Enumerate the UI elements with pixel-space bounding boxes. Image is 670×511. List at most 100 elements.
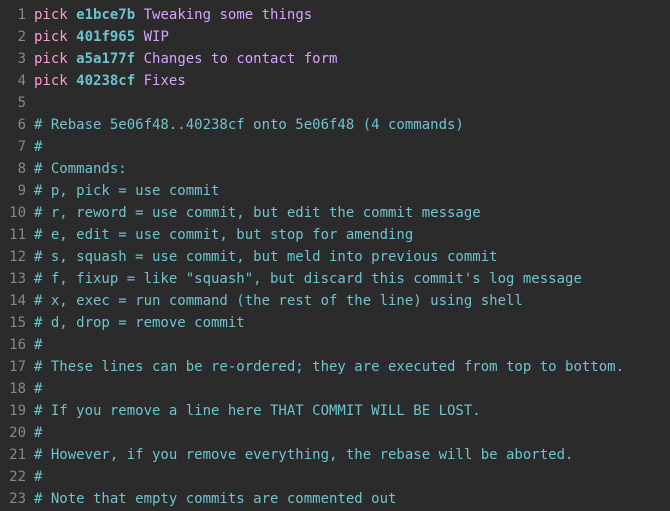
line-content[interactable]: # Commands: (28, 158, 127, 180)
token-plain (135, 73, 143, 89)
line-content[interactable]: pick e1bce7b Tweaking some things (28, 4, 312, 26)
line-content[interactable]: pick 40238cf Fixes (28, 70, 186, 92)
token-comment: # f, fixup = like "squash", but discard … (34, 271, 582, 287)
code-line[interactable]: 4pick 40238cf Fixes (0, 70, 670, 92)
line-content[interactable]: # If you remove a line here THAT COMMIT … (28, 400, 481, 422)
line-number: 9 (0, 180, 28, 202)
token-comment: # d, drop = remove commit (34, 315, 245, 331)
code-line[interactable]: 22 # (0, 466, 670, 488)
token-msg: WIP (144, 29, 169, 45)
code-line[interactable]: 11# e, edit = use commit, but stop for a… (0, 224, 670, 246)
code-line[interactable]: 10 # r, reword = use commit, but edit the… (0, 202, 670, 224)
line-content[interactable]: # s, squash = use commit, but meld into … (28, 246, 498, 268)
line-number: 7 (0, 136, 28, 158)
token-comment: # s, squash = use commit, but meld into … (34, 249, 498, 265)
line-content[interactable]: # (28, 334, 42, 356)
line-content[interactable]: pick 401f965 WIP (28, 26, 169, 48)
line-content[interactable]: # (28, 422, 42, 444)
code-line[interactable]: 2pick 401f965 WIP (0, 26, 670, 48)
line-number: 15 (0, 312, 28, 334)
token-comment: # However, if you remove everything, the… (34, 447, 573, 463)
line-number: 4 (0, 70, 28, 92)
code-line[interactable]: 1pick e1bce7b Tweaking some things (0, 4, 670, 26)
token-cmd: pick (34, 73, 68, 89)
token-comment: # (34, 381, 42, 397)
line-number: 6 (0, 114, 28, 136)
line-content[interactable]: # However, if you remove everything, the… (28, 444, 573, 466)
token-comment: # r, reword = use commit, but edit the c… (34, 205, 481, 221)
token-cmd: pick (34, 7, 68, 23)
line-content[interactable]: # (28, 466, 42, 488)
line-content[interactable]: # (28, 378, 42, 400)
line-number: 8 (0, 158, 28, 180)
token-comment: # p, pick = use commit (34, 183, 219, 199)
code-line[interactable]: 15 # d, drop = remove commit (0, 312, 670, 334)
token-cmd: pick (34, 29, 68, 45)
code-line[interactable]: 3pick a5a177f Changes to contact form (0, 48, 670, 70)
token-plain (135, 29, 143, 45)
line-content[interactable]: # x, exec = run command (the rest of the… (28, 290, 523, 312)
line-number: 5 (0, 92, 28, 114)
token-comment: # If you remove a line here THAT COMMIT … (34, 403, 481, 419)
line-number: 16 (0, 334, 28, 356)
token-hash: 40238cf (76, 73, 135, 89)
code-line[interactable]: 8 # Commands: (0, 158, 670, 180)
token-plain (68, 29, 76, 45)
line-number: 12 (0, 246, 28, 268)
line-number: 19 (0, 400, 28, 422)
line-content[interactable]: # r, reword = use commit, but edit the c… (28, 202, 481, 224)
line-number: 10 (0, 202, 28, 224)
code-line[interactable]: 13 # f, fixup = like "squash", but discar… (0, 268, 670, 290)
code-line[interactable]: 18 # (0, 378, 670, 400)
code-line[interactable]: 14# x, exec = run command (the rest of t… (0, 290, 670, 312)
line-number: 18 (0, 378, 28, 400)
line-content[interactable] (28, 92, 42, 114)
line-content[interactable]: # Note that empty commits are commented … (28, 488, 396, 510)
code-line[interactable]: 9 # p, pick = use commit (0, 180, 670, 202)
token-hash: e1bce7b (76, 7, 135, 23)
code-line[interactable]: 17# These lines can be re-ordered; they … (0, 356, 670, 378)
code-line[interactable]: 16# (0, 334, 670, 356)
token-comment: # Commands: (34, 161, 127, 177)
token-plain (135, 51, 143, 67)
token-plain (135, 7, 143, 23)
token-hash: 401f965 (76, 29, 135, 45)
token-plain (68, 7, 76, 23)
code-line[interactable]: 6 # Rebase 5e06f48..40238cf onto 5e06f48 … (0, 114, 670, 136)
line-number: 20 (0, 422, 28, 444)
token-msg: Changes to contact form (144, 51, 338, 67)
line-content[interactable]: # d, drop = remove commit (28, 312, 245, 334)
token-cmd: pick (34, 51, 68, 67)
line-number: 23 (0, 488, 28, 510)
line-number: 13 (0, 268, 28, 290)
code-line[interactable]: 23 # Note that empty commits are commente… (0, 488, 670, 510)
token-plain (68, 51, 76, 67)
token-comment: # These lines can be re-ordered; they ar… (34, 359, 624, 375)
code-editor[interactable]: 1pick e1bce7b Tweaking some things2pick … (0, 4, 670, 510)
line-content[interactable]: pick a5a177f Changes to contact form (28, 48, 337, 70)
line-content[interactable]: # Rebase 5e06f48..40238cf onto 5e06f48 (… (28, 114, 464, 136)
line-number: 3 (0, 48, 28, 70)
token-msg: Fixes (144, 73, 186, 89)
token-comment: # Note that empty commits are commented … (34, 491, 396, 507)
line-content[interactable]: # These lines can be re-ordered; they ar… (28, 356, 624, 378)
line-content[interactable]: # p, pick = use commit (28, 180, 219, 202)
line-content[interactable]: # e, edit = use commit, but stop for ame… (28, 224, 413, 246)
line-number: 14 (0, 290, 28, 312)
token-msg: Tweaking some things (144, 7, 313, 23)
code-line[interactable]: 21# However, if you remove everything, t… (0, 444, 670, 466)
line-number: 22 (0, 466, 28, 488)
code-line[interactable]: 20 # (0, 422, 670, 444)
code-line[interactable]: 5 (0, 92, 670, 114)
token-comment: # (34, 469, 42, 485)
line-number: 1 (0, 4, 28, 26)
token-hash: a5a177f (76, 51, 135, 67)
token-comment: # (34, 425, 42, 441)
code-line[interactable]: 19 # If you remove a line here THAT COMMI… (0, 400, 670, 422)
code-line[interactable]: 7# (0, 136, 670, 158)
token-comment: # Rebase 5e06f48..40238cf onto 5e06f48 (… (34, 117, 464, 133)
line-number: 2 (0, 26, 28, 48)
line-content[interactable]: # f, fixup = like "squash", but discard … (28, 268, 582, 290)
line-content[interactable]: # (28, 136, 42, 158)
code-line[interactable]: 12 # s, squash = use commit, but meld int… (0, 246, 670, 268)
